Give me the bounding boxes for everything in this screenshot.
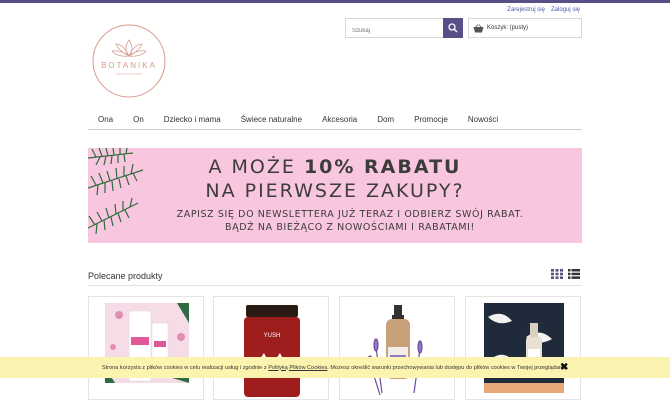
section-divider [88, 285, 582, 286]
product-card[interactable]: YUSH [213, 296, 329, 400]
search-icon [448, 23, 458, 33]
banner-headline: A MOŻE 10% RABATU [88, 156, 582, 178]
register-link[interactable]: Zarejestruj się [507, 7, 545, 13]
list-view-icon[interactable] [568, 269, 580, 279]
jar-label: YUSH [264, 333, 281, 339]
nav-item-akcesoria[interactable]: Akcesoria [312, 112, 367, 129]
logo[interactable]: BOTANIKA [90, 22, 168, 100]
nav-item-dom[interactable]: Dom [367, 112, 404, 129]
nav-item-ona[interactable]: Ona [88, 112, 123, 129]
cart-label: Koszyk: (pusty) [487, 25, 529, 31]
nav-item-on[interactable]: On [123, 112, 154, 129]
banner-subheadline: NA PIERWSZE ZAKUPY? [205, 180, 465, 202]
cookie-text-before: Strona korzysta z plików cookies w celu … [101, 364, 269, 371]
search-box [345, 18, 463, 40]
search-input[interactable] [352, 22, 442, 40]
login-link[interactable]: Zaloguj się [551, 7, 580, 13]
banner-discount: 10% RABATU [303, 156, 462, 178]
search-button[interactable] [443, 18, 463, 38]
product-card[interactable] [465, 296, 581, 400]
featured-products-title: Polecane produkty [88, 271, 163, 281]
product-card[interactable] [339, 296, 455, 400]
cookie-text-after: . Możesz określić warunki przechowywania… [327, 364, 569, 371]
close-icon[interactable]: ✖ [560, 362, 568, 373]
top-accent-bar [0, 0, 670, 3]
logo-text: BOTANIKA [101, 61, 157, 70]
nav-item-swiece-naturalne[interactable]: Świece naturalne [231, 112, 312, 129]
nav-item-dziecko-i-mama[interactable]: Dziecko i mama [154, 112, 231, 129]
grid-view-icon[interactable] [551, 269, 563, 279]
account-links: Zarejestruj się Zaloguj się [507, 7, 580, 13]
cart-button[interactable]: Koszyk: (pusty) [468, 18, 582, 38]
cookie-notice: Strona korzysta z plików cookies w celu … [0, 357, 670, 378]
product-image-candle-jar: YUSH [244, 305, 300, 397]
product-image-pink-cream [105, 303, 189, 383]
product-image-spray-bottle [367, 305, 423, 396]
newsletter-banner[interactable]: A MOŻE 10% RABATU NA PIERWSZE ZAKUPY? ZA… [88, 148, 582, 243]
cookie-policy-link[interactable]: Polityką Plików Cookies [268, 365, 327, 371]
nav-item-nowosci[interactable]: Nowości [458, 112, 508, 129]
banner-headline-prefix: A MOŻE [208, 156, 304, 178]
basket-icon [473, 23, 484, 32]
banner-text-2: BĄDŹ NA BIEŻĄCO Z NOWOŚCIAMI I RABATAMI! [225, 222, 475, 233]
banner-text-1: ZAPISZ SIĘ DO NEWSLETTERA JUŻ TERAZ I OD… [176, 209, 524, 220]
main-nav: Ona On Dziecko i mama Świece naturalne A… [88, 112, 582, 130]
product-image-dropper-bottle [484, 303, 564, 393]
nav-item-promocje[interactable]: Promocje [404, 112, 458, 129]
cookie-text: Strona korzysta z plików cookies w celu … [102, 365, 568, 371]
product-card[interactable] [88, 296, 204, 400]
